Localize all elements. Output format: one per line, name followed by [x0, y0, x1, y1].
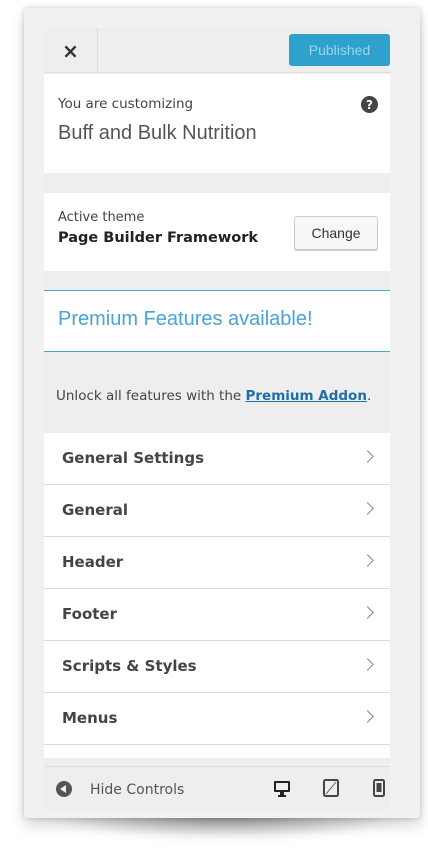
section-footer[interactable]: Footer	[44, 589, 390, 641]
chevron-right-icon	[361, 658, 374, 671]
collapse-icon[interactable]	[56, 781, 72, 797]
section-general-settings[interactable]: General Settings	[44, 433, 390, 485]
section-label: Footer	[62, 605, 117, 623]
desktop-icon[interactable]	[272, 778, 292, 798]
section-label: Scripts & Styles	[62, 657, 197, 675]
premium-section[interactable]: Premium Features available!	[44, 290, 390, 352]
unlock-text: Unlock all features with the Premium Add…	[56, 388, 371, 404]
section-label: Menus	[62, 709, 118, 727]
section-label: Header	[62, 553, 124, 571]
section-scripts-styles[interactable]: Scripts & Styles	[44, 641, 390, 693]
list-filler	[44, 745, 390, 758]
chevron-right-icon	[361, 710, 374, 723]
chevron-right-icon	[361, 554, 374, 567]
premium-title: Premium Features available!	[58, 308, 313, 330]
customizing-info: You are customizing Buff and Bulk Nutrit…	[44, 74, 390, 173]
section-menus[interactable]: Menus	[44, 693, 390, 745]
active-theme-section: Active theme Page Builder Framework Chan…	[44, 193, 390, 271]
publish-button[interactable]: Published	[289, 34, 390, 66]
change-theme-button[interactable]: Change	[294, 216, 378, 250]
premium-addon-link[interactable]: Premium Addon	[246, 388, 367, 404]
customizer-footer: Hide Controls	[44, 766, 390, 810]
site-name: Buff and Bulk Nutrition	[58, 122, 257, 144]
active-theme-label: Active theme	[58, 210, 145, 225]
section-label: General	[62, 501, 128, 519]
tablet-icon[interactable]	[321, 778, 341, 798]
customizing-label: You are customizing	[58, 96, 194, 112]
section-list: General Settings General Header Footer S…	[44, 433, 390, 758]
chevron-right-icon	[361, 606, 374, 619]
active-theme-name: Page Builder Framework	[58, 230, 259, 246]
premium-description: Unlock all features with the Premium Add…	[44, 353, 390, 433]
section-general[interactable]: General	[44, 485, 390, 537]
help-icon[interactable]: ?	[361, 96, 378, 113]
hide-controls-button[interactable]: Hide Controls	[90, 782, 184, 798]
section-header[interactable]: Header	[44, 537, 390, 589]
mobile-icon[interactable]	[369, 778, 389, 798]
customizer-frame: × Published You are customizing Buff and…	[24, 8, 420, 818]
close-icon: ×	[62, 38, 79, 63]
unlock-prefix: Unlock all features with the	[56, 388, 246, 404]
unlock-suffix: .	[366, 388, 372, 404]
customizer-panel: × Published You are customizing Buff and…	[44, 28, 390, 810]
chevron-right-icon	[361, 450, 374, 463]
chevron-right-icon	[361, 502, 374, 515]
customizer-header: × Published	[44, 28, 390, 73]
section-label: General Settings	[62, 449, 205, 467]
close-button[interactable]: ×	[44, 28, 98, 73]
